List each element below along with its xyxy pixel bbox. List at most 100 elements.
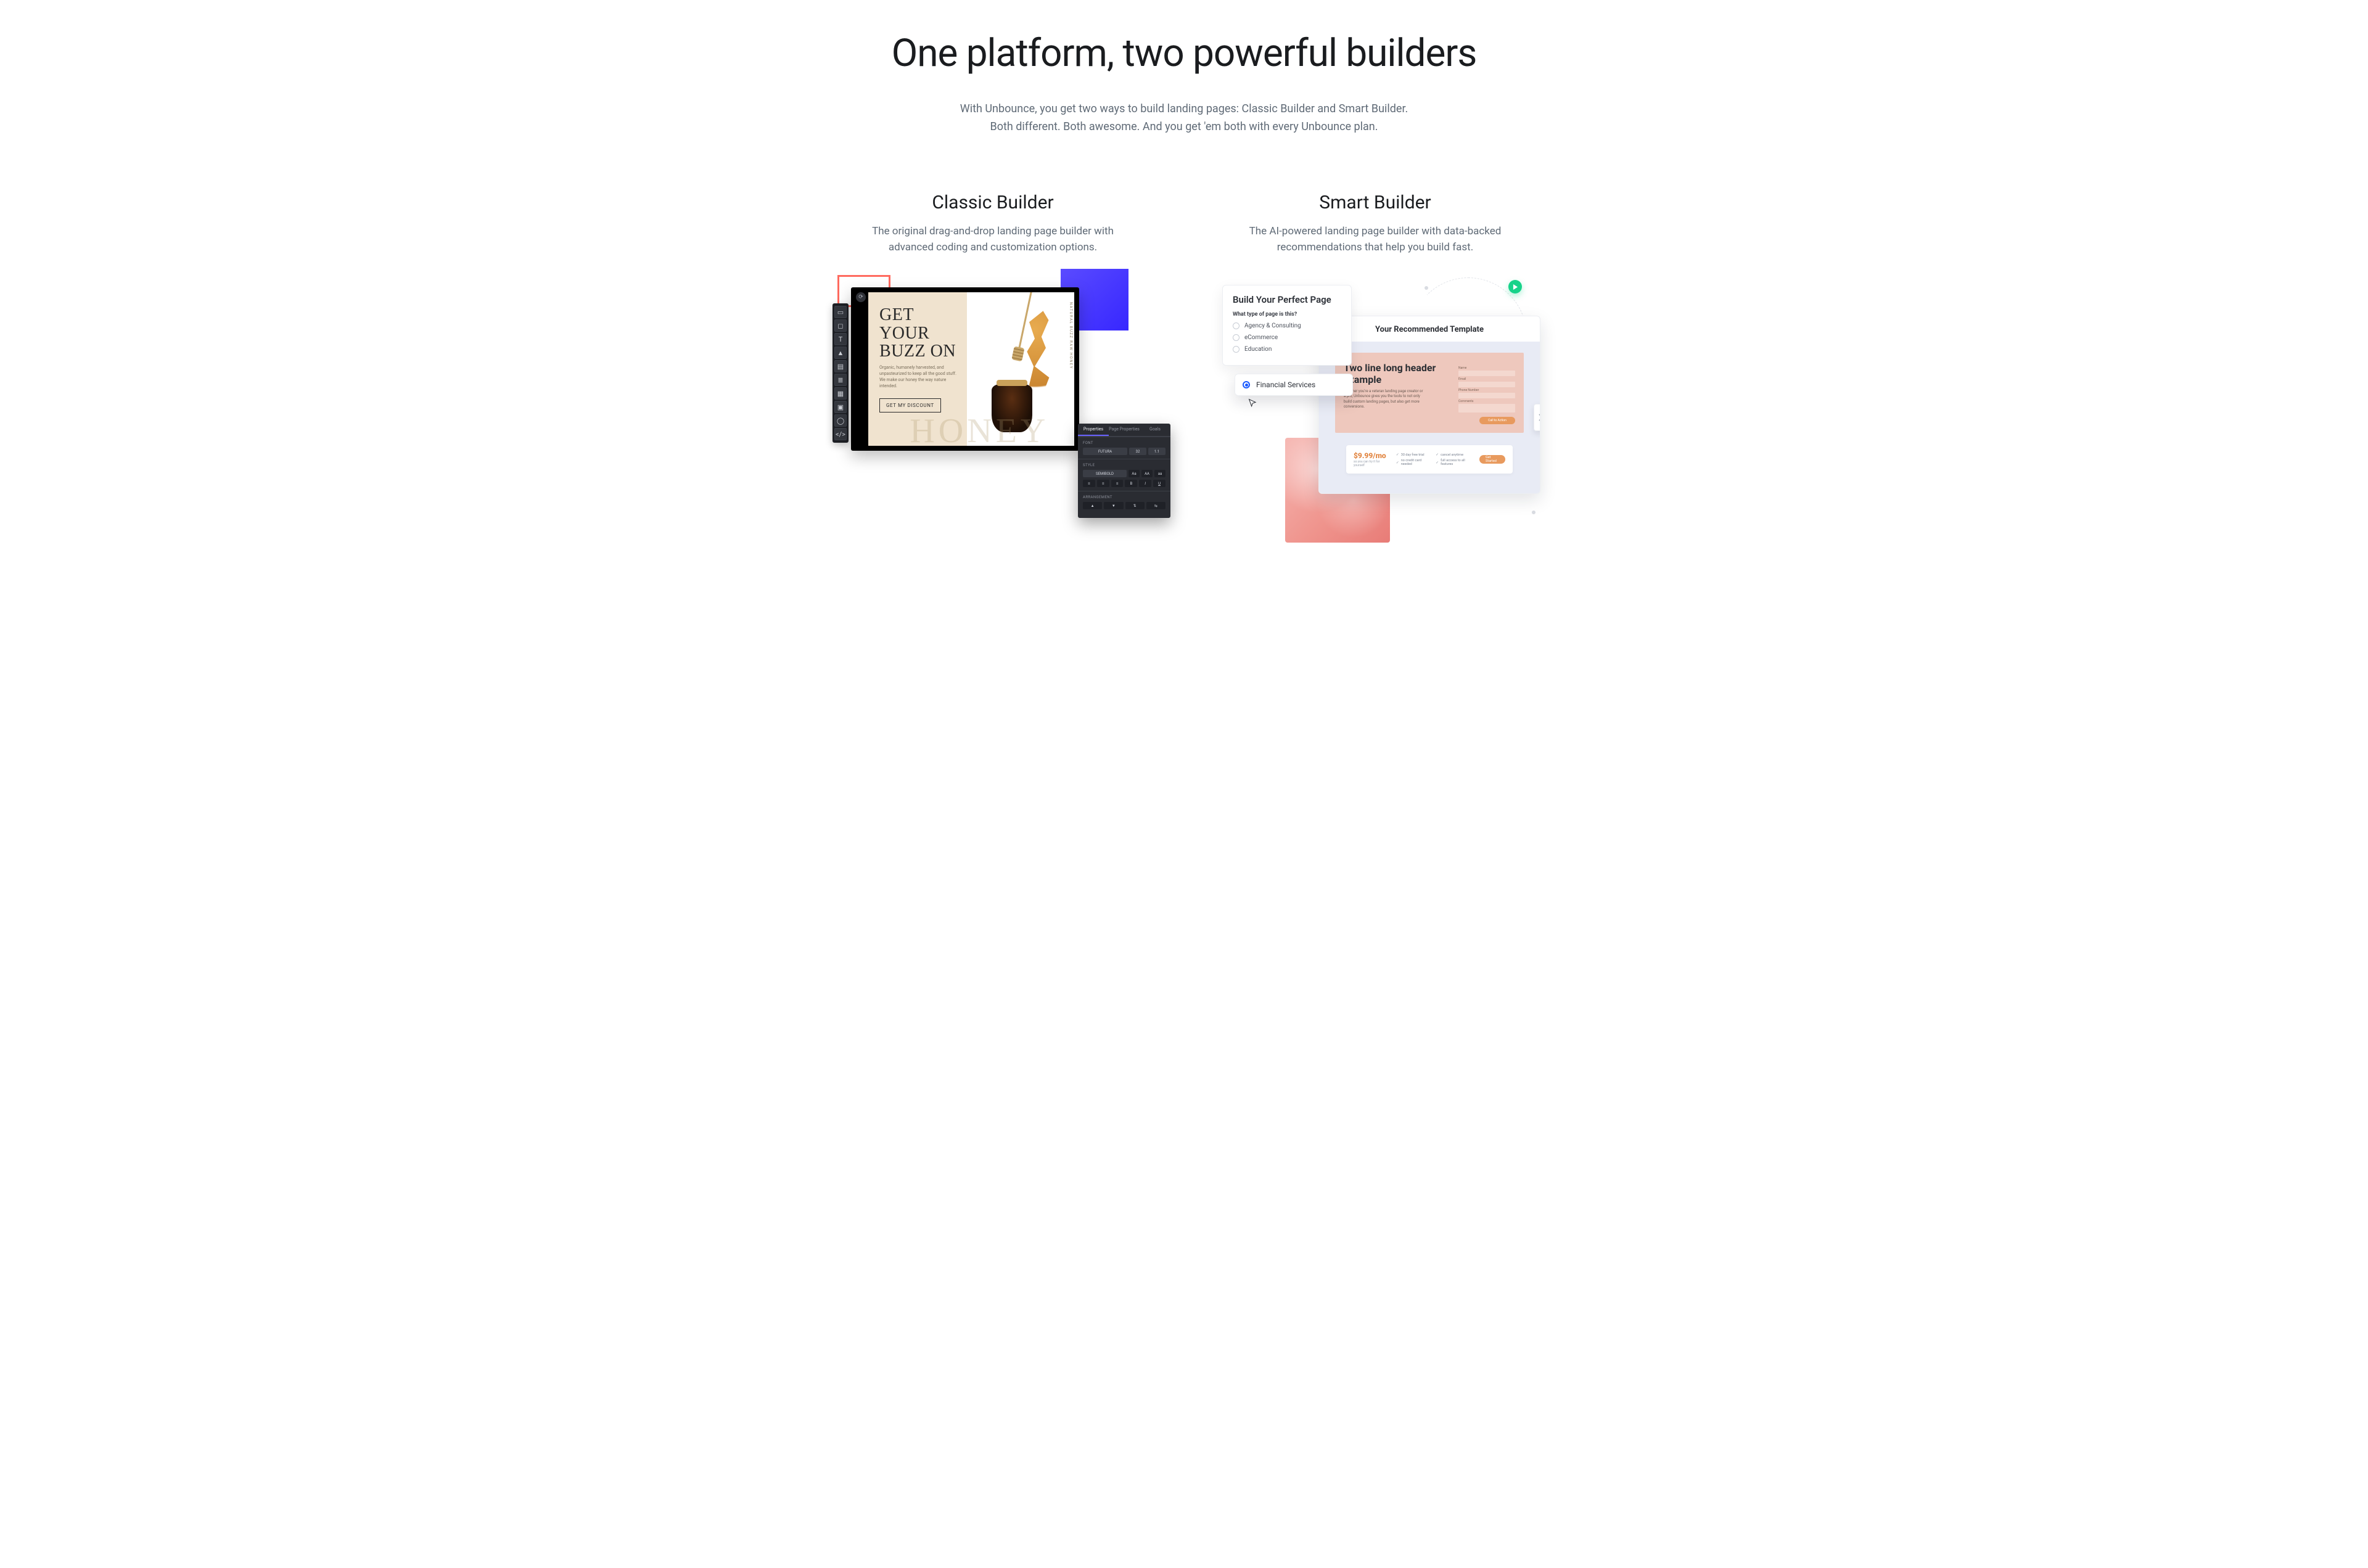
lp-watermark: HONEY xyxy=(910,411,1049,446)
align-left-icon[interactable]: ≡ xyxy=(1083,480,1095,487)
wizard-option[interactable]: Agency & Consulting xyxy=(1233,322,1341,329)
recommended-template-card: Your Recommended Template Two line long … xyxy=(1318,316,1540,494)
lp-headline: GET YOUR BUZZ ON xyxy=(879,306,958,360)
align-right-icon[interactable]: ≡ xyxy=(1111,480,1124,487)
feature-item: cancel anytime xyxy=(1436,453,1470,457)
tab-properties[interactable]: Properties xyxy=(1078,424,1109,436)
template-pricing-bar: $9.99/mo so you can try it for yourself … xyxy=(1346,445,1513,474)
play-icon[interactable] xyxy=(1508,280,1522,293)
classic-column: Classic Builder The original drag-and-dr… xyxy=(826,192,1159,496)
wizard-option[interactable]: eCommerce xyxy=(1233,334,1341,341)
lp-body: Organic, humanely harvested, and unpaste… xyxy=(879,365,958,389)
radio-icon xyxy=(1233,346,1240,353)
template-hero: Two line long header example Whether you… xyxy=(1335,353,1524,433)
pricing-cta-button[interactable]: Get Started xyxy=(1479,455,1505,464)
template-hero-title: Two line long header example xyxy=(1344,363,1450,385)
wizard-option-label: Education xyxy=(1244,346,1272,353)
classic-canvas: ⟳ GET YOUR BUZZ ON Organic, humanely har… xyxy=(851,287,1079,451)
classic-illustration: ▭ ◻ T ▲ ▤ ≣ ▦ ▣ ◯ </> ⟳ GET YOUR BUZZ ON xyxy=(832,280,1153,496)
bold-icon[interactable]: B xyxy=(1125,480,1137,487)
box-icon[interactable]: ◻ xyxy=(834,319,847,332)
field-label: Phone Number xyxy=(1458,388,1515,392)
template-heading: Your Recommended Template xyxy=(1319,316,1540,342)
italic-icon[interactable]: I xyxy=(1139,480,1151,487)
row-icon[interactable]: ▦ xyxy=(834,387,847,400)
radio-checked-icon xyxy=(1243,381,1250,388)
line-height-input[interactable]: 1.1 xyxy=(1148,448,1166,455)
next-template-button[interactable] xyxy=(1534,404,1540,431)
case-upper[interactable]: AA xyxy=(1141,470,1153,477)
wizard-selected-label: Financial Services xyxy=(1256,380,1315,389)
page-type-wizard: Build Your Perfect Page What type of pag… xyxy=(1222,285,1352,366)
tab-goals[interactable]: Goals xyxy=(1140,424,1170,436)
image-icon[interactable]: ▲ xyxy=(834,347,847,359)
feature-item: full access to all features xyxy=(1436,459,1470,466)
wizard-option-label: Agency & Consulting xyxy=(1244,322,1301,329)
form-input[interactable] xyxy=(1458,404,1515,413)
hero-sub-line2: Both different. Both awesome. And you ge… xyxy=(990,120,1378,133)
template-form-cta[interactable]: Call to Action xyxy=(1479,417,1515,424)
font-family-select[interactable]: FUTURA xyxy=(1083,448,1127,455)
wizard-option[interactable]: Education xyxy=(1233,346,1341,353)
align-h-icon[interactable]: ⇆ xyxy=(1146,502,1166,509)
wizard-option-label: eCommerce xyxy=(1244,334,1278,341)
field-label: Name xyxy=(1458,366,1515,370)
lp-cta-button[interactable]: GET MY DISCOUNT xyxy=(879,398,941,413)
hero-sub-line1: With Unbounce, you get two ways to build… xyxy=(960,102,1408,115)
field-label: Comments xyxy=(1458,400,1515,403)
video-icon[interactable]: ▣ xyxy=(834,401,847,413)
case-lower[interactable]: aa xyxy=(1154,470,1166,477)
list-icon[interactable]: ≣ xyxy=(834,374,847,386)
radio-icon xyxy=(1233,334,1240,341)
wizard-selected-option[interactable]: Financial Services xyxy=(1235,374,1353,396)
decorative-dot xyxy=(1532,511,1536,514)
form-input[interactable] xyxy=(1458,371,1515,376)
smart-desc: The AI-powered landing page builder with… xyxy=(1233,223,1517,256)
bring-front-icon[interactable]: ▲ xyxy=(1083,502,1102,509)
align-center-icon[interactable]: ≡ xyxy=(1097,480,1109,487)
smart-illustration: Your Recommended Template Two line long … xyxy=(1209,280,1554,539)
send-back-icon[interactable]: ▼ xyxy=(1104,502,1123,509)
font-weight-select[interactable]: SEMIBOLD xyxy=(1083,470,1127,477)
template-stage: Two line long header example Whether you… xyxy=(1319,342,1540,493)
feature-item: 30 day free trial xyxy=(1396,453,1426,457)
embed-icon[interactable]: ◯ xyxy=(834,414,847,427)
feature-item: no credit card needed xyxy=(1396,459,1426,466)
smart-title: Smart Builder xyxy=(1209,192,1542,213)
tab-page-properties[interactable]: Page Properties xyxy=(1109,424,1140,436)
form-input[interactable] xyxy=(1458,382,1515,387)
align-v-icon[interactable]: ⇅ xyxy=(1125,502,1145,509)
hero-title: One platform, two powerful builders xyxy=(777,31,1591,76)
lp-headline-l2: BUZZ ON xyxy=(879,342,956,361)
wizard-question: What type of page is this? xyxy=(1233,311,1341,318)
panel-arrangement-label: ARRANGEMENT xyxy=(1083,495,1166,499)
underline-icon[interactable]: U xyxy=(1153,480,1166,487)
cursor-icon xyxy=(1248,398,1258,411)
template-form: Name Email Phone Number Comments Call to… xyxy=(1458,365,1515,424)
text-icon[interactable]: T xyxy=(834,333,847,345)
code-icon[interactable]: </> xyxy=(834,428,847,440)
lp-headline-l1: GET YOUR xyxy=(879,305,929,342)
font-size-input[interactable]: 32 xyxy=(1129,448,1146,455)
refresh-icon[interactable]: ⟳ xyxy=(856,292,866,302)
panel-font-label: FONT xyxy=(1083,441,1166,445)
radio-icon xyxy=(1233,322,1240,329)
classic-title: Classic Builder xyxy=(826,192,1159,213)
classic-landing-page: GET YOUR BUZZ ON Organic, humanely harve… xyxy=(868,292,1074,446)
template-hero-body: Whether you're a veteran landing page cr… xyxy=(1344,389,1424,410)
case-aa[interactable]: Aa xyxy=(1128,470,1140,477)
wizard-title: Build Your Perfect Page xyxy=(1233,294,1341,305)
classic-toolbar: ▭ ◻ T ▲ ▤ ≣ ▦ ▣ ◯ </> xyxy=(832,303,849,443)
decorative-dot xyxy=(1424,286,1428,290)
form-icon[interactable]: ▤ xyxy=(834,360,847,372)
smart-column: Smart Builder The AI-powered landing pag… xyxy=(1209,192,1542,540)
properties-panel: Properties Page Properties Goals FONT FU… xyxy=(1078,424,1170,518)
classic-desc: The original drag-and-drop landing page … xyxy=(851,223,1135,256)
form-input[interactable] xyxy=(1458,393,1515,398)
lp-side-label: NATURAL BUZZ RAW HONEY xyxy=(1069,302,1073,369)
field-label: Email xyxy=(1458,377,1515,381)
price-value: $9.99/mo xyxy=(1354,451,1386,460)
panel-style-label: STYLE xyxy=(1083,463,1166,467)
section-icon[interactable]: ▭ xyxy=(834,306,847,318)
price-sub: so you can try it for yourself xyxy=(1354,460,1386,467)
